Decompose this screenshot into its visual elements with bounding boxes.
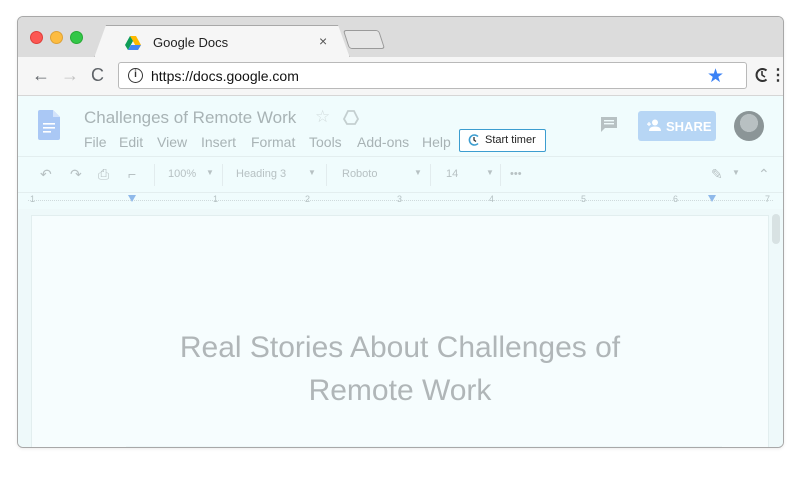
ruler-number: 7: [765, 194, 771, 204]
ruler-number: 3: [397, 194, 403, 204]
toolbar-divider: [326, 164, 327, 186]
document-title[interactable]: Challenges of Remote Work: [84, 108, 296, 128]
avatar[interactable]: [734, 111, 764, 141]
chevron-down-icon: ▼: [308, 168, 316, 177]
star-document-icon[interactable]: ☆: [315, 107, 330, 127]
chevron-down-icon: ▼: [414, 168, 422, 177]
close-window-button[interactable]: [30, 31, 43, 44]
chevron-down-icon: ▼: [486, 168, 494, 177]
heading-line-2: Remote Work: [308, 374, 492, 407]
toolbar-divider: [500, 164, 501, 186]
collapse-icon[interactable]: ⌃: [758, 166, 770, 183]
docs-header: Challenges of Remote Work ☆ File Edit Vi…: [18, 97, 783, 155]
timer-extension-icon[interactable]: [754, 67, 770, 83]
move-to-folder-icon[interactable]: [343, 110, 359, 126]
toolbar-divider: [154, 164, 155, 186]
ruler-number: 2: [305, 194, 311, 204]
info-icon[interactable]: i: [128, 68, 143, 83]
menu-help[interactable]: Help: [422, 134, 451, 150]
ruler-number: 1: [30, 194, 36, 204]
content-block: [126, 446, 722, 447]
ruler[interactable]: 1 1 2 3 4 5 6 7: [18, 194, 783, 208]
font-size-select[interactable]: 14: [446, 168, 458, 180]
menu-file[interactable]: File: [84, 134, 107, 150]
zoom-select[interactable]: 100%: [168, 168, 196, 180]
share-button[interactable]: SHARE: [638, 111, 716, 141]
url-input[interactable]: i https://docs.google.com ★: [118, 62, 747, 89]
start-timer-button[interactable]: Start timer: [459, 129, 546, 152]
menu-insert[interactable]: Insert: [201, 134, 236, 150]
forward-icon[interactable]: →: [61, 65, 79, 86]
document-heading[interactable]: Real Stories About Challenges of Remote …: [32, 326, 768, 412]
google-drive-icon: [125, 36, 141, 50]
menu-tools[interactable]: Tools: [309, 134, 342, 150]
address-bar-row: ← → C i https://docs.google.com ★ ⋮: [18, 57, 783, 96]
timer-icon: [468, 134, 479, 146]
start-timer-label: Start timer: [485, 134, 536, 146]
menu-view[interactable]: View: [157, 134, 187, 150]
right-indent-marker-icon[interactable]: [708, 195, 716, 202]
menu-edit[interactable]: Edit: [119, 134, 143, 150]
comment-icon[interactable]: [600, 116, 618, 132]
minimize-window-button[interactable]: [50, 31, 63, 44]
person-add-icon: [647, 119, 661, 131]
ruler-number: 6: [673, 194, 679, 204]
url-text[interactable]: https://docs.google.com: [151, 68, 299, 84]
menu-format[interactable]: Format: [251, 134, 295, 150]
tab-close-icon[interactable]: ×: [319, 33, 327, 49]
title-bar: Google Docs ×: [18, 17, 783, 57]
maximize-window-button[interactable]: [70, 31, 83, 44]
browser-tab-active[interactable]: Google Docs ×: [94, 25, 350, 58]
document-page[interactable]: Real Stories About Challenges of Remote …: [32, 216, 768, 447]
google-docs-logo-icon[interactable]: [38, 110, 60, 140]
bookmark-star-icon[interactable]: ★: [707, 65, 724, 88]
share-label: SHARE: [666, 119, 712, 134]
scrollbar[interactable]: [772, 214, 780, 244]
redo-icon[interactable]: ↷: [70, 166, 82, 183]
print-icon[interactable]: ⎙: [98, 166, 109, 183]
chevron-down-icon: ▼: [206, 168, 214, 177]
back-icon[interactable]: ←: [32, 65, 50, 86]
ruler-number: 4: [489, 194, 495, 204]
heading-line-1: Real Stories About Challenges of: [179, 331, 621, 364]
edit-mode-icon[interactable]: ✎: [711, 166, 723, 183]
tab-title: Google Docs: [153, 35, 229, 50]
browser-window: Google Docs × ← → C i https://docs.googl…: [17, 16, 784, 448]
new-tab-button[interactable]: [342, 30, 386, 49]
browser-menu-icon[interactable]: ⋮: [770, 65, 783, 85]
style-select[interactable]: Heading 3: [236, 168, 286, 180]
indent-marker-icon[interactable]: [128, 195, 136, 202]
ruler-number: 1: [213, 194, 219, 204]
toolbar-divider: [222, 164, 223, 186]
more-icon[interactable]: •••: [510, 168, 522, 180]
undo-icon[interactable]: ↶: [40, 166, 52, 183]
reload-icon[interactable]: C: [91, 65, 104, 86]
document-canvas: Real Stories About Challenges of Remote …: [18, 209, 783, 447]
menu-addons[interactable]: Add-ons: [357, 134, 409, 150]
font-select[interactable]: Roboto: [342, 168, 377, 180]
paint-format-icon[interactable]: ⌐: [128, 166, 136, 182]
ruler-number: 5: [581, 194, 587, 204]
formatting-toolbar: ↶ ↷ ⎙ ⌐ 100% ▼ Heading 3 ▼ Roboto ▼ 14 ▼…: [18, 156, 783, 193]
toolbar-divider: [430, 164, 431, 186]
chevron-down-icon: ▼: [732, 168, 740, 177]
